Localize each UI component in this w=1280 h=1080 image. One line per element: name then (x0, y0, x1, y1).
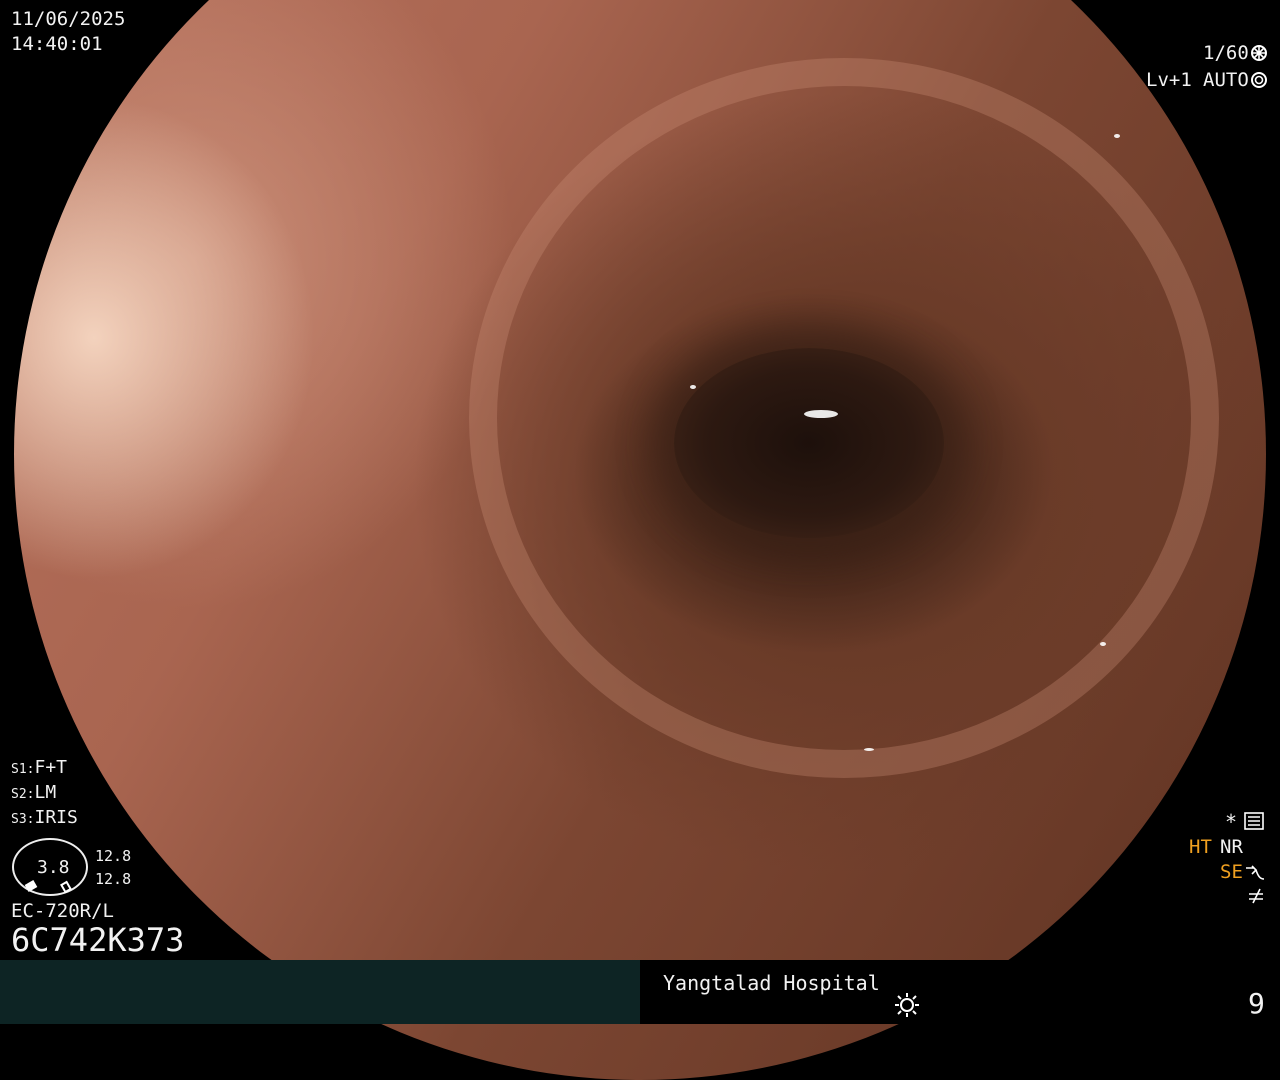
not-equal-icon (1246, 887, 1266, 905)
gauge-marker-filled (24, 880, 38, 892)
shutter-speed: 1/60 (1203, 42, 1249, 64)
setting-s3: S3:IRIS (11, 807, 78, 828)
light-reflection (864, 748, 874, 751)
angle-gauge: 3.8 (12, 838, 88, 896)
settings-grid-icon (1244, 812, 1264, 830)
level-label: Lv+1 (1146, 69, 1192, 91)
light-reflection (804, 410, 838, 418)
light-reflection (1100, 642, 1106, 646)
shutter-icon (1250, 44, 1268, 62)
scope-model: EC-720R/L (11, 900, 114, 922)
lumen (674, 348, 944, 538)
setting-s2: S2:LM (11, 782, 57, 803)
setting-s3-value: IRIS (34, 807, 78, 828)
ht-label: HT (1189, 836, 1212, 858)
auto-label: AUTO (1203, 69, 1249, 91)
side-value-bottom: 12.8 (95, 870, 132, 888)
curve-icon (1244, 864, 1266, 882)
scope-serial: 6C742K373 (11, 921, 185, 959)
gauge-marker-outline (60, 880, 72, 894)
setting-s1: S1:F+T (11, 757, 67, 778)
footer-left-panel (0, 960, 640, 1024)
light-reflection (690, 385, 696, 389)
light-reflection (1114, 134, 1120, 138)
side-value-top: 12.8 (95, 847, 132, 865)
sun-icon (892, 990, 922, 1020)
gauge-value: 3.8 (37, 857, 70, 878)
auto-iris-icon (1250, 71, 1268, 89)
endoscope-view (14, 0, 1266, 1080)
date-label: 11/06/2025 (11, 8, 126, 30)
time-label: 14:40:01 (11, 33, 103, 55)
setting-s2-value: LM (34, 782, 57, 803)
nr-label: NR (1220, 836, 1243, 858)
hospital-name: Yangtalad Hospital (663, 971, 880, 995)
setting-s1-value: F+T (34, 757, 67, 778)
se-label: SE (1220, 861, 1243, 883)
image-number: 9 (1248, 987, 1265, 1020)
star-marker: * (1225, 810, 1238, 834)
